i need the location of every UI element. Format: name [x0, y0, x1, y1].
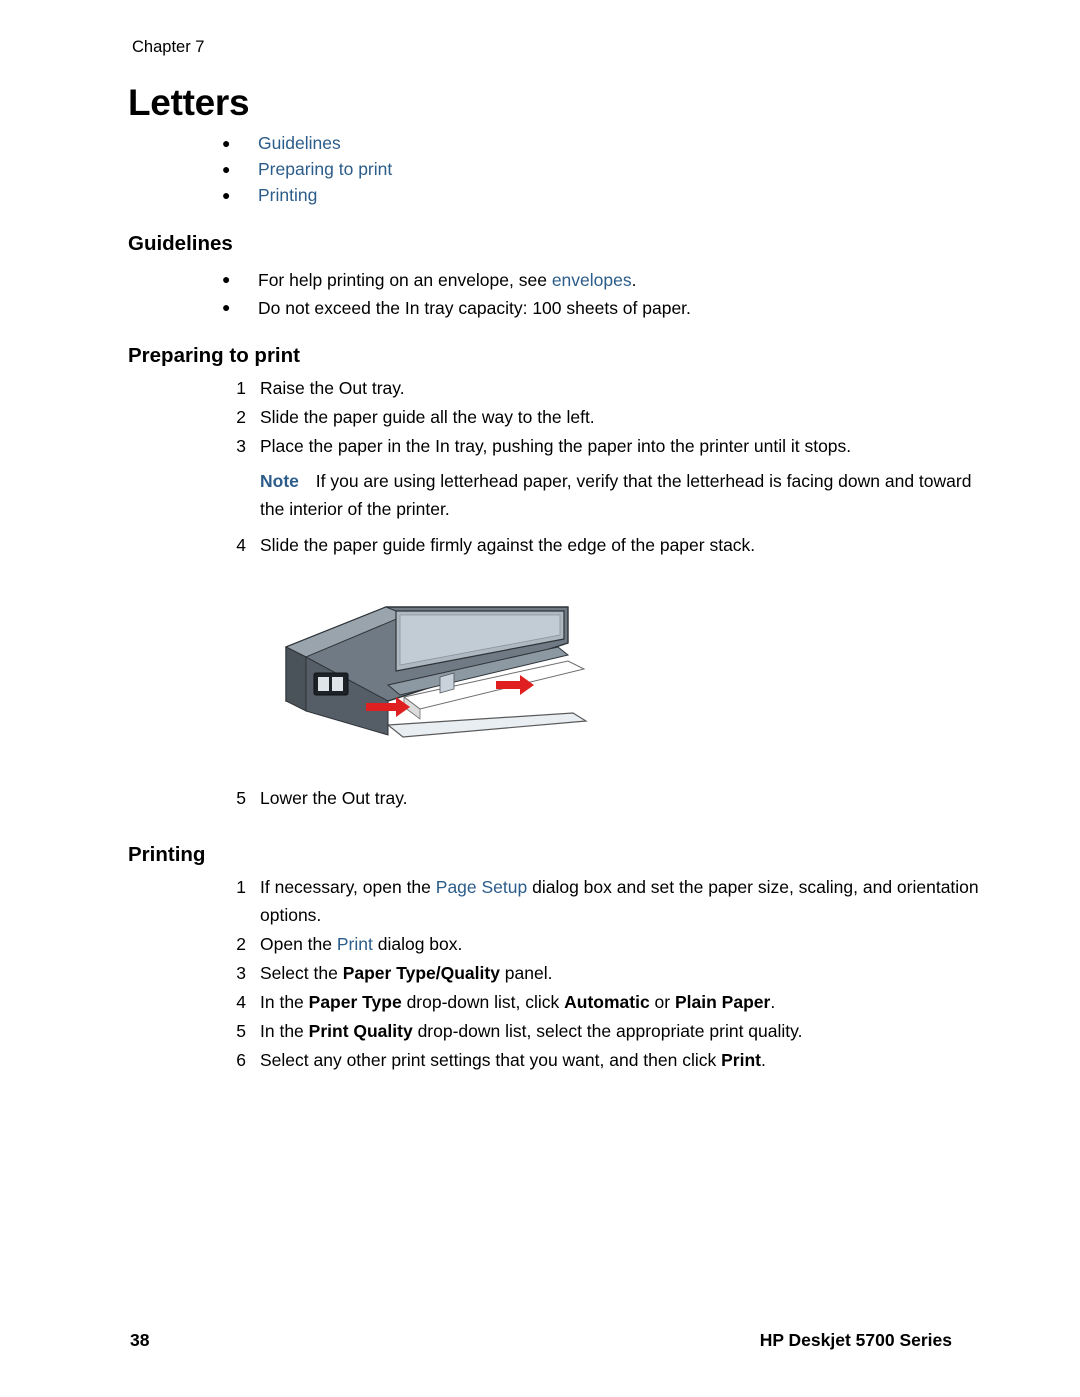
footer-product-name: HP Deskjet 5700 Series [759, 1330, 952, 1350]
step-text-bold: Paper Type/Quality [342, 963, 500, 983]
toc-link-preparing-to-print[interactable]: ● Preparing to print [222, 156, 922, 182]
toc-link-label: Printing [258, 185, 318, 205]
step-text-pre: Select the [260, 963, 343, 983]
step-text-pre: In the [260, 1021, 309, 1041]
toc-link-label: Guidelines [258, 133, 341, 153]
step-text-part1: If necessary, open the [260, 877, 436, 897]
step-text: Place the paper in the In tray, pushing … [260, 436, 852, 456]
step-text: Raise the Out tray. [260, 378, 405, 398]
step-text-bold-3: Plain Paper [674, 992, 771, 1012]
step-text-post: drop-down list, select the appropriate p… [412, 1021, 803, 1041]
step-text-mid-2: or [649, 992, 675, 1012]
step-text-post: . [770, 992, 776, 1012]
preparing-step-4: 4 Slide the paper guide firmly against t… [222, 531, 1012, 560]
list-item: ● Do not exceed the In tray capacity: 10… [222, 294, 1022, 322]
list-item: 2 Open the Print dialog box. [222, 930, 1012, 958]
list-item: 1 Raise the Out tray. [222, 374, 1012, 402]
step-text-bold: Print Quality [308, 1021, 413, 1041]
list-item: ● For help printing on an envelope, see … [222, 266, 1022, 294]
bullet-icon: ● [222, 135, 231, 151]
list-item: 4 In the Paper Type drop-down list, clic… [222, 988, 1012, 1016]
step-number: 4 [236, 992, 246, 1012]
note-label: Note [260, 471, 299, 491]
step-number: 1 [236, 378, 246, 398]
step-text-post: panel. [499, 963, 553, 983]
step-number: 5 [236, 1021, 246, 1041]
step-text-part2: dialog box. [372, 934, 463, 954]
step-text-bold-2: Automatic [564, 992, 650, 1012]
list-item: 4 Slide the paper guide firmly against t… [222, 531, 1012, 559]
list-item: 5 Lower the Out tray. [222, 784, 1012, 812]
page-setup-link[interactable]: Page Setup [436, 877, 527, 897]
list-item-text-pre: Do not exceed the In tray capacity: 100 … [258, 298, 691, 318]
table-of-contents: ● Guidelines ● Preparing to print ● Prin… [222, 130, 922, 208]
list-item: 3 Select the Paper Type/Quality panel. [222, 959, 1012, 987]
preparing-to-print-heading: Preparing to print [128, 344, 300, 367]
bullet-icon: ● [222, 271, 231, 287]
envelopes-link[interactable]: envelopes [552, 270, 632, 290]
preparing-steps-list: 1 Raise the Out tray. 2 Slide the paper … [222, 374, 1012, 461]
chapter-label: Chapter 7 [132, 38, 205, 56]
list-item: 6 Select any other print settings that y… [222, 1046, 1012, 1074]
guidelines-list: ● For help printing on an envelope, see … [222, 266, 1022, 322]
list-item-text-pre: For help printing on an envelope, see [258, 270, 552, 290]
step-text-bold: Print [721, 1050, 761, 1070]
page-title: Letters [128, 82, 250, 123]
list-item: 5 In the Print Quality drop-down list, s… [222, 1017, 1012, 1045]
document-page: Chapter 7 Letters ● Guidelines ● Prepari… [0, 0, 1080, 1397]
step-text-mid-1: drop-down list, click [401, 992, 565, 1012]
step-text-bold-1: Paper Type [308, 992, 402, 1012]
note-block: Note If you are using letterhead paper, … [260, 467, 1000, 523]
list-item: 1 If necessary, open the Page Setup dial… [222, 873, 1012, 929]
step-text-post: . [760, 1050, 766, 1070]
bullet-icon: ● [222, 299, 231, 315]
printing-heading: Printing [128, 843, 206, 866]
step-number: 2 [236, 407, 246, 427]
step-number: 5 [236, 788, 246, 808]
step-text-pre: In the [260, 992, 309, 1012]
step-text: Slide the paper guide all the way to the… [260, 407, 595, 427]
bullet-icon: ● [222, 187, 231, 203]
step-text: Lower the Out tray. [260, 788, 408, 808]
step-text-pre: Select any other print settings that you… [260, 1050, 722, 1070]
toc-link-label: Preparing to print [258, 159, 393, 179]
step-number: 4 [236, 535, 246, 555]
step-number: 3 [236, 963, 246, 983]
print-link[interactable]: Print [337, 934, 373, 954]
bullet-icon: ● [222, 161, 231, 177]
toc-link-guidelines[interactable]: ● Guidelines [222, 130, 922, 156]
step-number: 1 [236, 877, 246, 897]
step-number: 2 [236, 934, 246, 954]
step-text-part1: Open the [260, 934, 337, 954]
page-number: 38 [130, 1330, 150, 1350]
list-item-text-post: . [631, 270, 637, 290]
note-text: If you are using letterhead paper, verif… [260, 471, 972, 519]
guidelines-heading: Guidelines [128, 232, 233, 255]
step-number: 3 [236, 436, 246, 456]
printing-steps-list: 1 If necessary, open the Page Setup dial… [222, 873, 1012, 1075]
printer-loading-paper-illustration [268, 585, 608, 765]
list-item: 3 Place the paper in the In tray, pushin… [222, 432, 1012, 460]
list-item: 2 Slide the paper guide all the way to t… [222, 403, 1012, 431]
step-text: Slide the paper guide firmly against the… [260, 535, 756, 555]
step-number: 6 [236, 1050, 246, 1070]
toc-link-printing[interactable]: ● Printing [222, 182, 922, 208]
preparing-step-5: 5 Lower the Out tray. [222, 784, 1012, 813]
